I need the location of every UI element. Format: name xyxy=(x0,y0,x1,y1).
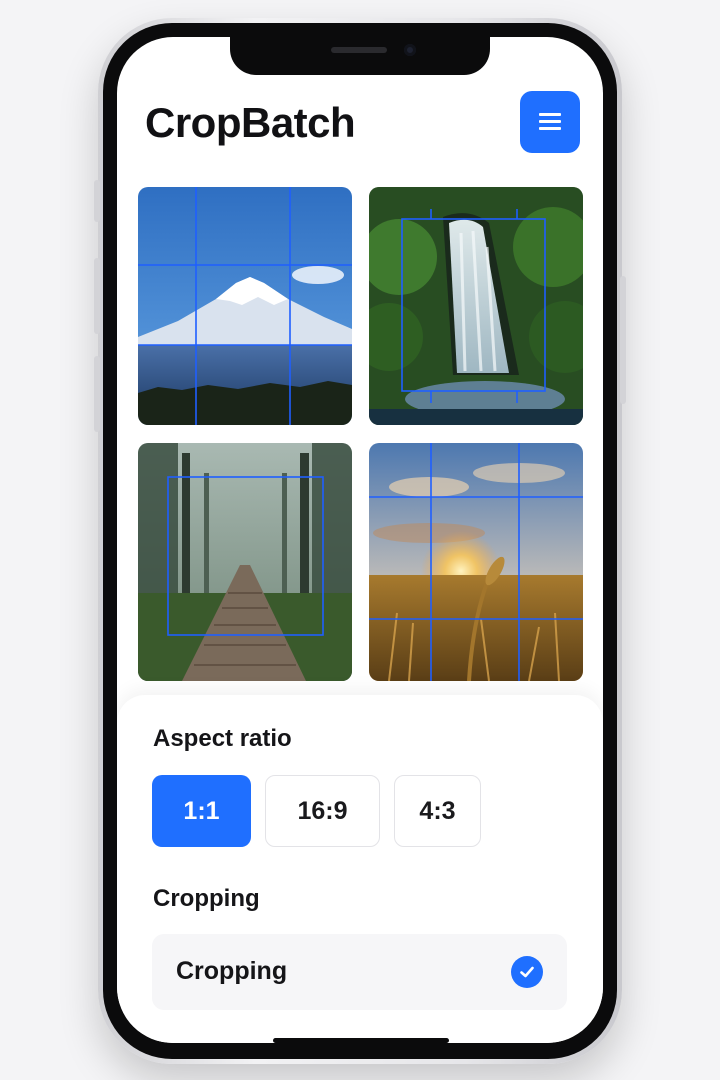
menu-button[interactable] xyxy=(520,91,580,153)
cropping-option-row[interactable]: Cropping xyxy=(152,934,567,1010)
checkmark-icon xyxy=(511,956,543,988)
front-camera xyxy=(404,44,416,56)
photo-thumbnail-wheat-sunset[interactable] xyxy=(369,443,583,681)
volume-down-button xyxy=(94,356,100,432)
photo-thumbnail-waterfall[interactable] xyxy=(369,187,583,425)
speaker-grille xyxy=(331,47,387,53)
cropping-option-label: Cropping xyxy=(176,957,288,985)
cropping-section-label: Cropping xyxy=(153,885,260,912)
photo-thumbnail-forest-path[interactable] xyxy=(138,443,352,681)
volume-up-button xyxy=(94,258,100,334)
hamburger-menu-icon xyxy=(539,113,561,131)
home-indicator xyxy=(273,1038,449,1043)
aspect-ratio-label: Aspect ratio xyxy=(153,725,292,752)
settings-sheet: Aspect ratio 1:1 16:9 4:3 Cropping Cropp… xyxy=(117,695,603,1043)
mute-switch xyxy=(94,180,100,222)
aspect-option-1-1[interactable]: 1:1 xyxy=(152,775,251,847)
app-screen: CropBatch Aspect ratio 1:1 16:9 4:3 Crop… xyxy=(117,37,603,1043)
app-title: CropBatch xyxy=(145,99,356,146)
power-button xyxy=(620,276,626,404)
notch xyxy=(230,37,490,75)
photo-thumbnail-mountain[interactable] xyxy=(138,187,352,425)
aspect-option-16-9[interactable]: 16:9 xyxy=(265,775,380,847)
aspect-option-4-3[interactable]: 4:3 xyxy=(394,775,481,847)
